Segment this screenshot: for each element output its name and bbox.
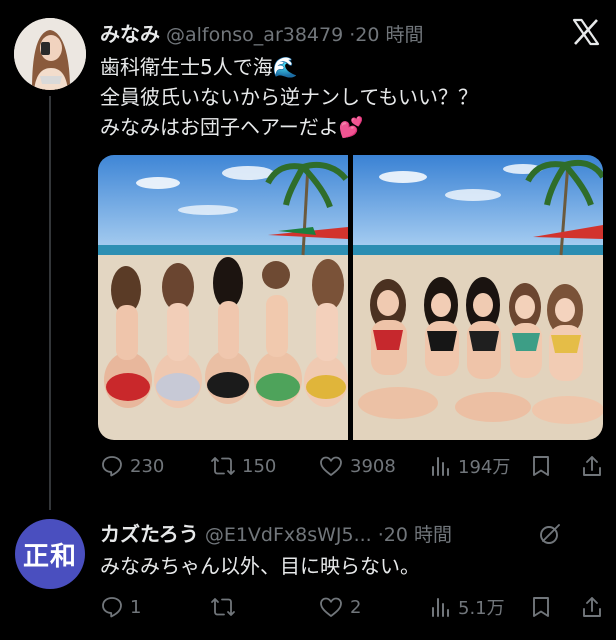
like-count: 3908 xyxy=(350,455,396,477)
views-button[interactable]: 194万 xyxy=(428,453,530,479)
tweet-actions: 230 150 3908 194万 xyxy=(100,453,605,479)
tweet-header: みなみ @alfonso_ar38479 ·20 時間 xyxy=(100,18,423,47)
share-icon xyxy=(583,597,601,617)
grok-icon[interactable] xyxy=(537,521,563,551)
reply-icon xyxy=(102,456,122,477)
display-name[interactable]: みなみ xyxy=(100,18,160,47)
reply-text: みなみちゃん以外、目に映らない。 xyxy=(100,554,420,578)
repost-icon xyxy=(211,457,235,475)
views-icon xyxy=(432,457,449,476)
repost-button[interactable]: 150 xyxy=(210,454,318,478)
reply-reply-count: 1 xyxy=(130,596,142,618)
reply-header: カズたろう @E1VdFx8sWJ5... ·20 時間 xyxy=(100,518,452,547)
reply-display-name[interactable]: カズたろう xyxy=(100,518,199,547)
repost-icon xyxy=(211,598,235,616)
reply-avatar-text: 正和 xyxy=(22,541,77,572)
view-count: 194万 xyxy=(458,457,511,478)
bookmark-button[interactable] xyxy=(530,454,574,478)
share-icon xyxy=(583,456,601,476)
user-handle[interactable]: @alfonso_ar38479 xyxy=(166,24,343,46)
thread-connector xyxy=(49,96,51,510)
bookmark-icon xyxy=(533,597,549,617)
like-button[interactable]: 3908 xyxy=(318,454,428,478)
reply-count: 230 xyxy=(130,455,165,477)
reply-icon xyxy=(102,597,122,618)
avatar[interactable] xyxy=(14,18,86,90)
reply-repost-button[interactable] xyxy=(210,595,318,619)
timestamp[interactable]: ·20 時間 xyxy=(349,20,423,47)
beach-photo-2[interactable] xyxy=(353,155,603,440)
bookmark-icon xyxy=(533,456,549,476)
reply-timestamp[interactable]: ·20 時間 xyxy=(378,520,452,547)
repost-count: 150 xyxy=(242,455,277,477)
reply-share-button[interactable] xyxy=(581,595,605,619)
tweet-line-1: 歯科衛生士5人で海🌊 xyxy=(100,55,298,79)
reply-avatar[interactable]: 正和 xyxy=(15,519,85,589)
reply-actions: 1 2 5.1万 xyxy=(100,594,605,620)
tweet-text: 歯科衛生士5人で海🌊 全員彼氏いないから逆ナンしてもいい？？ みなみはお団子ヘア… xyxy=(100,52,478,142)
x-logo-icon[interactable] xyxy=(571,18,601,46)
beach-photo-1[interactable] xyxy=(98,155,349,440)
reply-view-count: 5.1万 xyxy=(458,598,505,619)
tweet-line-3: みなみはお団子ヘアーだよ💕 xyxy=(100,115,364,139)
reply-like-button[interactable]: 2 xyxy=(318,595,428,619)
reply-like-count: 2 xyxy=(350,596,362,618)
share-button[interactable] xyxy=(581,454,605,478)
like-icon xyxy=(320,456,342,476)
reply-views-button[interactable]: 5.1万 xyxy=(428,594,530,620)
reply-button[interactable]: 230 xyxy=(100,454,210,478)
tweet-line-2: 全員彼氏いないから逆ナンしてもいい？？ xyxy=(100,85,478,109)
like-icon xyxy=(320,597,342,617)
views-icon xyxy=(432,598,449,617)
media-gallery xyxy=(98,155,603,440)
reply-bookmark-button[interactable] xyxy=(530,595,574,619)
reply-reply-button[interactable]: 1 xyxy=(100,595,210,619)
reply-user-handle[interactable]: @E1VdFx8sWJ5... xyxy=(205,524,372,546)
